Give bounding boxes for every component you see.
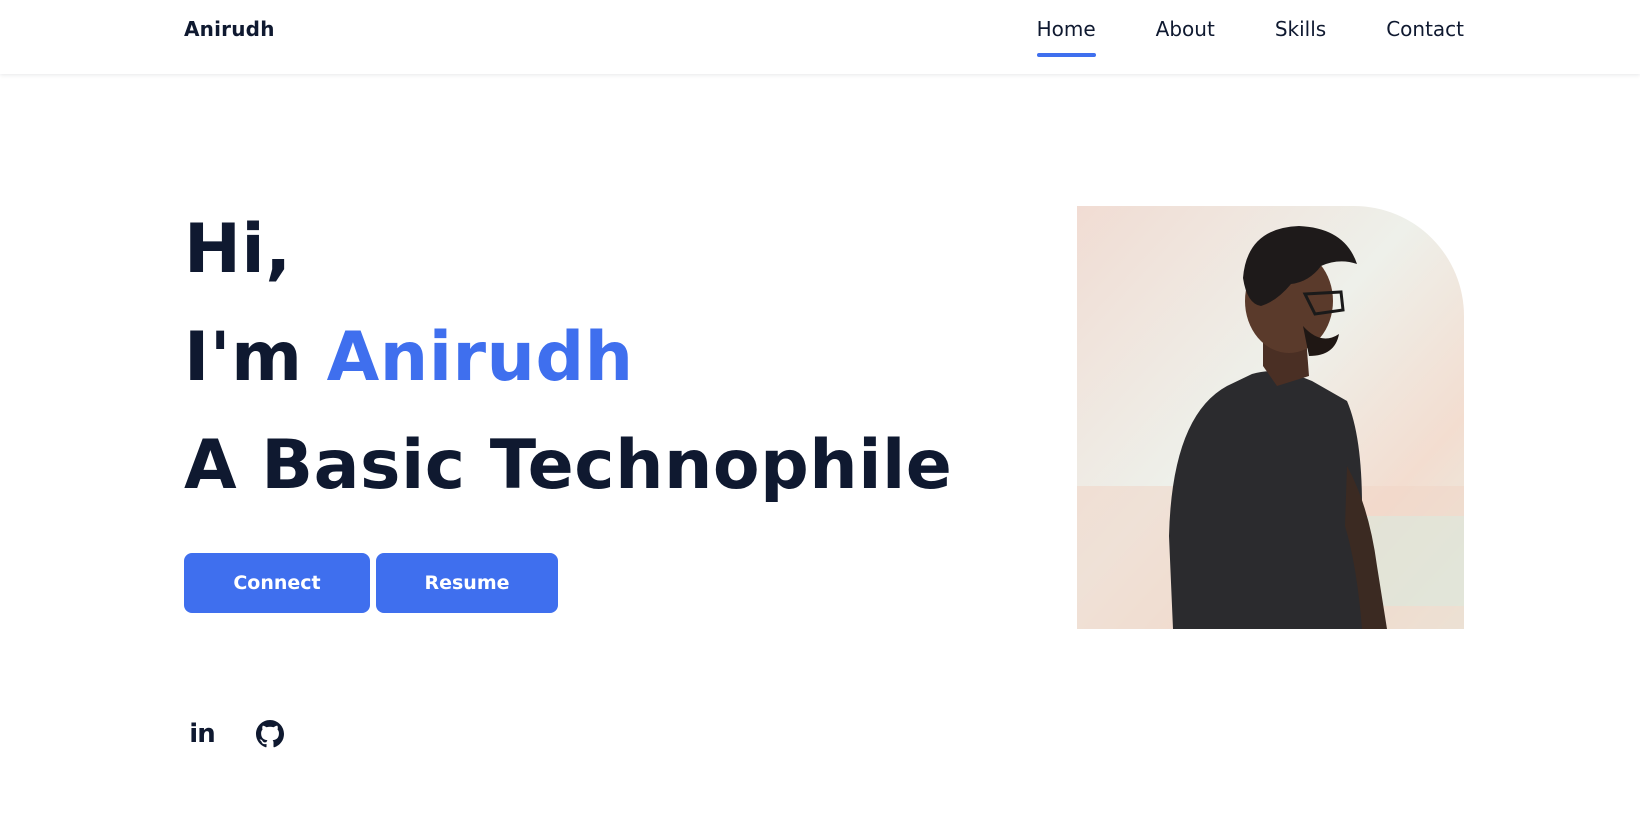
nav-about[interactable]: About — [1156, 0, 1215, 57]
connect-button[interactable]: Connect — [184, 553, 370, 613]
greeting-line: Hi, — [184, 210, 292, 289]
github-link[interactable] — [252, 716, 288, 752]
nav-contact[interactable]: Contact — [1386, 0, 1464, 57]
nav-home[interactable]: Home — [1036, 0, 1096, 57]
profile-photo-illustration — [1077, 206, 1464, 629]
hero-heading: Hi, I'm Anirudh A Basic Technophile — [184, 196, 952, 520]
github-icon — [256, 720, 284, 748]
site-header: Anirudh Home About Skills Contact — [0, 0, 1640, 74]
resume-button[interactable]: Resume — [376, 553, 558, 613]
hero-name: Anirudh — [326, 318, 634, 397]
tagline-line: A Basic Technophile — [184, 426, 953, 505]
nav-skills[interactable]: Skills — [1275, 0, 1326, 57]
site-logo[interactable]: Anirudh — [184, 17, 275, 41]
linkedin-icon: in — [189, 719, 215, 749]
profile-photo — [1077, 206, 1464, 629]
main-nav: Home About Skills Contact — [977, 0, 1464, 74]
intro-line: I'm Anirudh — [184, 304, 952, 412]
intro-prefix: I'm — [184, 318, 327, 397]
linkedin-link[interactable]: in — [184, 716, 220, 752]
social-links: in — [184, 716, 288, 752]
